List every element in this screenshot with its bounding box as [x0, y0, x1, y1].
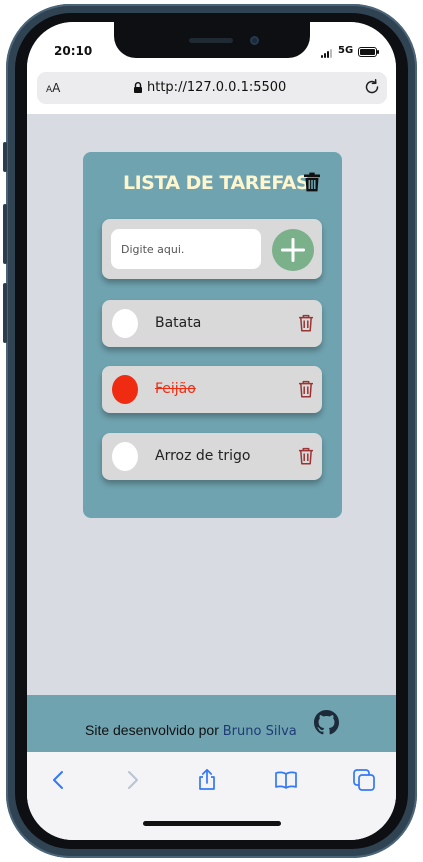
- screen: 20:10 5G AA http://127.0.0.1:5500 LISTA …: [27, 22, 396, 840]
- text-size-button[interactable]: AA: [46, 81, 60, 95]
- battery-icon: [358, 47, 379, 57]
- browser-address-area: AA http://127.0.0.1:5500: [27, 72, 396, 114]
- site-footer: Site desenvolvido por Bruno Silva: [27, 695, 396, 752]
- volume-up-button: [3, 204, 7, 264]
- author-link[interactable]: Bruno Silva: [223, 724, 297, 739]
- github-icon[interactable]: [314, 710, 339, 735]
- todo-card: LISTA DE TAREFAS Digite aqui. Batata Fei…: [83, 152, 342, 518]
- browser-toolbar: [27, 752, 396, 840]
- task-input[interactable]: [111, 229, 261, 269]
- task-item: Arroz de trigo: [102, 433, 322, 480]
- trash-outline-icon[interactable]: [298, 380, 314, 398]
- book-icon[interactable]: [274, 768, 298, 792]
- phone-frame: 20:10 5G AA http://127.0.0.1:5500 LISTA …: [0, 0, 423, 862]
- share-icon[interactable]: [195, 768, 219, 792]
- tabs-icon[interactable]: [352, 768, 376, 792]
- task-check-toggle[interactable]: [112, 442, 138, 471]
- chevron-left-icon[interactable]: [47, 768, 71, 792]
- task-text: Arroz de trigo: [155, 448, 251, 464]
- signal-icon: [321, 49, 335, 58]
- url-text[interactable]: http://127.0.0.1:5500: [147, 80, 286, 95]
- task-text: Feijão: [155, 381, 196, 397]
- footer-text: Site desenvolvido por Bruno Silva: [85, 722, 297, 739]
- trash-icon[interactable]: [303, 172, 321, 192]
- home-indicator[interactable]: [143, 821, 281, 826]
- chevron-right-icon[interactable]: [120, 768, 144, 792]
- mute-switch: [3, 142, 7, 172]
- reload-icon[interactable]: [363, 78, 381, 96]
- trash-outline-icon[interactable]: [298, 314, 314, 332]
- address-bar[interactable]: AA http://127.0.0.1:5500: [37, 72, 387, 104]
- speaker-grille: [189, 38, 233, 43]
- status-bar: 20:10 5G: [27, 22, 396, 72]
- task-item: Batata: [102, 300, 322, 347]
- new-task-form: [102, 219, 322, 279]
- task-text: Batata: [155, 315, 202, 331]
- task-check-toggle[interactable]: [112, 309, 138, 338]
- task-check-toggle[interactable]: [112, 375, 138, 404]
- task-item: Feijão: [102, 366, 322, 413]
- plus-icon: [281, 238, 305, 262]
- trash-outline-icon[interactable]: [298, 447, 314, 465]
- network-label: 5G: [338, 45, 354, 56]
- status-time: 20:10: [54, 44, 93, 58]
- add-task-button[interactable]: [272, 229, 314, 271]
- page-title: LISTA DE TAREFAS: [123, 172, 310, 194]
- notch: [114, 22, 310, 58]
- volume-down-button: [3, 283, 7, 343]
- front-camera: [250, 36, 259, 45]
- lock-icon: [134, 82, 142, 93]
- page-content: LISTA DE TAREFAS Digite aqui. Batata Fei…: [27, 114, 396, 840]
